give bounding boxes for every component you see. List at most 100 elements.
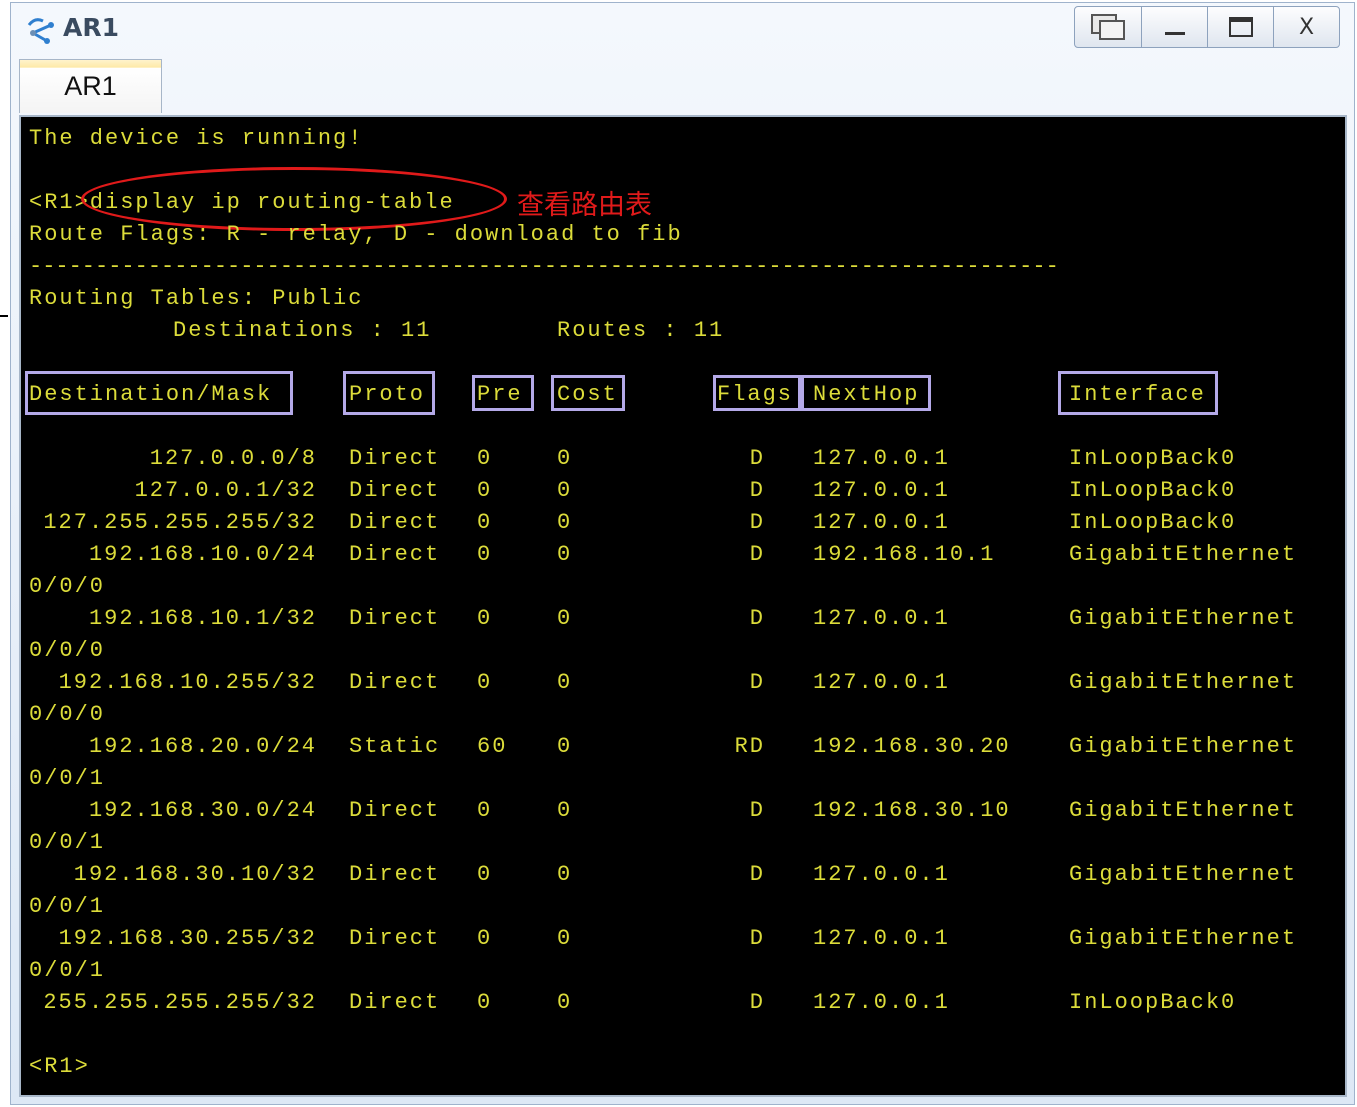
tab-strip: AR1 — [17, 53, 1347, 113]
route-interface-continuation: 0/0/0 — [29, 574, 106, 599]
route-flags: D — [749, 510, 765, 535]
router-icon — [27, 18, 54, 44]
header-flags: Flags — [717, 382, 794, 407]
tab-ar1[interactable]: AR1 — [19, 59, 162, 113]
route-interface-continuation: 0/0/1 — [29, 958, 106, 983]
route-proto: Direct — [349, 606, 441, 631]
route-proto: Direct — [349, 542, 441, 567]
route-destination: 192.168.30.255/32 — [58, 926, 317, 951]
window-controls: X — [1074, 6, 1340, 48]
annotation-label: 查看路由表 — [517, 190, 652, 221]
route-cost: 0 — [557, 798, 573, 823]
route-preference: 0 — [477, 798, 493, 823]
route-destination: 192.168.30.0/24 — [88, 798, 317, 823]
destinations-count: Destinations : 11 — [173, 318, 432, 343]
route-preference: 0 — [477, 478, 493, 503]
route-proto: Direct — [349, 510, 441, 535]
close-button[interactable]: X — [1273, 7, 1339, 47]
route-flags: D — [749, 670, 765, 695]
route-flags: D — [749, 478, 765, 503]
maximize-icon — [1228, 17, 1253, 37]
edge-mark — [0, 315, 8, 317]
route-destination: 192.168.10.0/24 — [88, 542, 317, 567]
route-nexthop: 192.168.10.1 — [813, 542, 996, 567]
header-cost: Cost — [557, 382, 618, 407]
route-preference: 0 — [477, 670, 493, 695]
route-interface: GigabitEthernet — [1069, 734, 1298, 759]
route-nexthop: 127.0.0.1 — [813, 670, 950, 695]
route-proto: Direct — [349, 670, 441, 695]
route-destination: 192.168.10.255/32 — [58, 670, 317, 695]
terminal-window: AR1 X AR1 The device is running! <R1>dis… — [10, 2, 1355, 1105]
route-cost: 0 — [557, 990, 573, 1015]
route-interface: GigabitEthernet — [1069, 670, 1298, 695]
tab-label: AR1 — [64, 71, 117, 101]
route-preference: 0 — [477, 990, 493, 1015]
route-proto: Static — [349, 734, 441, 759]
route-interface: InLoopBack0 — [1069, 478, 1237, 503]
route-cost: 0 — [557, 606, 573, 631]
route-cost: 0 — [557, 670, 573, 695]
route-preference: 0 — [477, 926, 493, 951]
route-nexthop: 127.0.0.1 — [813, 446, 950, 471]
route-preference: 0 — [477, 862, 493, 887]
header-interface: Interface — [1069, 382, 1206, 407]
route-interface-continuation: 0/0/1 — [29, 830, 106, 855]
route-preference: 0 — [477, 510, 493, 535]
route-destination: 192.168.10.1/32 — [88, 606, 317, 631]
route-nexthop: 127.0.0.1 — [813, 862, 950, 887]
route-interface: GigabitEthernet — [1069, 798, 1298, 823]
route-proto: Direct — [349, 926, 441, 951]
header-destination: Destination/Mask — [29, 382, 273, 407]
route-interface: GigabitEthernet — [1069, 926, 1298, 951]
status-line: The device is running! — [29, 126, 364, 151]
route-flags: D — [749, 990, 765, 1015]
restore-window-icon — [1091, 14, 1125, 40]
route-destination: 255.255.255.255/32 — [43, 990, 317, 1015]
route-flags: D — [749, 798, 765, 823]
route-proto: Direct — [349, 862, 441, 887]
header-proto: Proto — [349, 382, 426, 407]
route-preference: 0 — [477, 542, 493, 567]
route-interface-continuation: 0/0/0 — [29, 702, 106, 727]
route-proto: Direct — [349, 446, 441, 471]
terminal-console[interactable]: The device is running! <R1>display ip ro… — [19, 115, 1347, 1097]
route-interface-continuation: 0/0/0 — [29, 638, 106, 663]
route-proto: Direct — [349, 990, 441, 1015]
route-nexthop: 127.0.0.1 — [813, 510, 950, 535]
close-icon: X — [1298, 14, 1315, 40]
route-destination: 127.255.255.255/32 — [43, 510, 317, 535]
route-cost: 0 — [557, 926, 573, 951]
route-nexthop: 127.0.0.1 — [813, 606, 950, 631]
route-nexthop: 127.0.0.1 — [813, 478, 950, 503]
route-nexthop: 192.168.30.10 — [813, 798, 1011, 823]
route-flags: D — [749, 446, 765, 471]
minimize-button[interactable] — [1141, 7, 1207, 47]
route-flags: D — [749, 606, 765, 631]
restore-window-button[interactable] — [1075, 7, 1141, 47]
route-cost: 0 — [557, 478, 573, 503]
route-interface: InLoopBack0 — [1069, 990, 1237, 1015]
route-destination: 127.0.0.1/32 — [134, 478, 317, 503]
title-bar[interactable]: AR1 X — [11, 3, 1354, 53]
route-cost: 0 — [557, 862, 573, 887]
route-nexthop: 192.168.30.20 — [813, 734, 1011, 759]
route-proto: Direct — [349, 798, 441, 823]
route-interface: GigabitEthernet — [1069, 862, 1298, 887]
route-destination: 192.168.30.10/32 — [73, 862, 317, 887]
routing-tables-line: Routing Tables: Public — [29, 286, 364, 311]
route-cost: 0 — [557, 542, 573, 567]
route-interface: InLoopBack0 — [1069, 446, 1237, 471]
route-interface-continuation: 0/0/1 — [29, 894, 106, 919]
separator-line: ----------------------------------------… — [29, 254, 1059, 279]
route-preference: 0 — [477, 446, 493, 471]
maximize-button[interactable] — [1207, 7, 1273, 47]
route-cost: 0 — [557, 734, 573, 759]
header-pre: Pre — [477, 382, 523, 407]
route-nexthop: 127.0.0.1 — [813, 990, 950, 1015]
header-nexthop: NextHop — [813, 382, 920, 407]
routes-count: Routes : 11 — [557, 318, 725, 343]
route-destination: 127.0.0.0/8 — [149, 446, 317, 471]
route-cost: 0 — [557, 510, 573, 535]
route-flags: D — [749, 926, 765, 951]
